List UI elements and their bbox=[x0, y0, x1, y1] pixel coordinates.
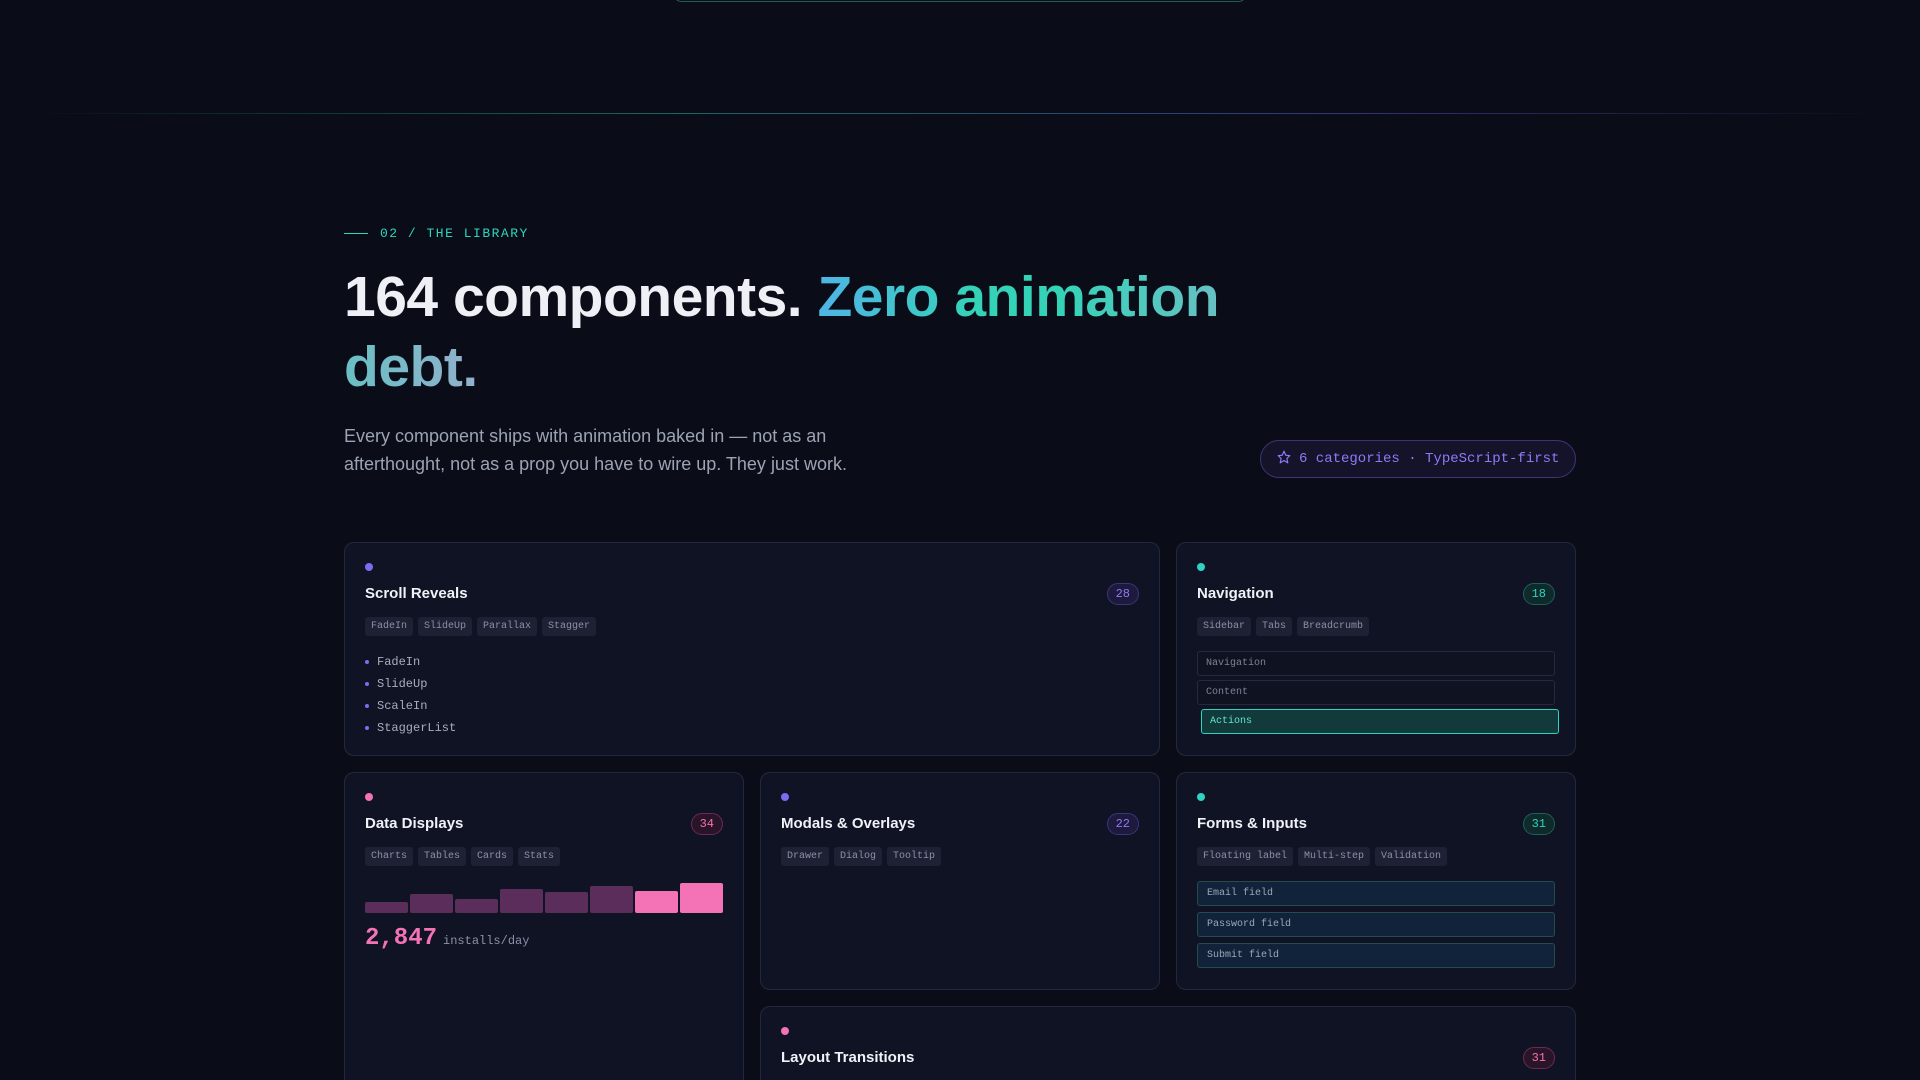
tag: Drawer bbox=[781, 847, 830, 866]
tag: Tables bbox=[418, 847, 467, 866]
mini-bar bbox=[500, 889, 543, 913]
mini-bar bbox=[545, 892, 588, 913]
tag-list: FadeIn SlideUp Parallax Stagger bbox=[365, 617, 597, 636]
tag: Tabs bbox=[1256, 617, 1293, 636]
tag: Breadcrumb bbox=[1297, 617, 1370, 636]
mini-bar bbox=[635, 891, 678, 913]
eyebrow-line bbox=[344, 233, 368, 234]
tag: Cards bbox=[471, 847, 514, 866]
nav-preview-row-active: Actions bbox=[1201, 709, 1559, 734]
card-title: Layout Transitions bbox=[781, 1049, 915, 1066]
categories-badge: 6 categories · TypeScript-first bbox=[1260, 440, 1577, 478]
component-count-badge: 34 bbox=[690, 813, 723, 835]
list-item-label: SlideUp bbox=[377, 677, 428, 691]
tag: Validation bbox=[1375, 847, 1448, 866]
nav-preview-row: Navigation bbox=[1197, 651, 1555, 676]
list-item-label: ScaleIn bbox=[377, 699, 428, 713]
stat: 2,847 installs/day bbox=[365, 925, 529, 952]
tag: Floating label bbox=[1197, 847, 1294, 866]
category-dot bbox=[781, 793, 789, 801]
component-count-badge: 28 bbox=[1106, 583, 1139, 605]
category-dot bbox=[365, 793, 373, 801]
category-dot bbox=[365, 563, 373, 571]
card-navigation[interactable]: Navigation 18 Sidebar Tabs Breadcrumb Na… bbox=[1176, 542, 1576, 756]
list-item: StaggerList bbox=[365, 717, 456, 739]
card-title: Data Displays bbox=[365, 815, 464, 832]
category-dot bbox=[781, 1027, 789, 1035]
component-count-badge: 31 bbox=[1522, 813, 1555, 835]
component-count-badge: 31 bbox=[1522, 1047, 1555, 1069]
bullet bbox=[365, 704, 369, 708]
mini-bar bbox=[410, 894, 453, 913]
list-item-label: StaggerList bbox=[377, 721, 457, 735]
card-data-displays[interactable]: Data Displays 34 Charts Tables Cards Sta… bbox=[344, 772, 744, 1080]
tag: Dialog bbox=[834, 847, 883, 866]
card-title: Modals & Overlays bbox=[781, 815, 916, 832]
tag-list: Sidebar Tabs Breadcrumb bbox=[1197, 617, 1370, 636]
tag: Charts bbox=[365, 847, 414, 866]
list-item-label: FadeIn bbox=[377, 655, 421, 669]
tag: Stagger bbox=[542, 617, 597, 636]
eyebrow-text: 02 / THE LIBRARY bbox=[380, 226, 529, 241]
form-preview: Email field Password field Submit field bbox=[1197, 881, 1555, 974]
card-forms-inputs[interactable]: Forms & Inputs 31 Floating label Multi-s… bbox=[1176, 772, 1576, 990]
stat-unit: installs/day bbox=[443, 934, 530, 948]
card-scroll-reveals[interactable]: Scroll Reveals 28 FadeIn SlideUp Paralla… bbox=[344, 542, 1160, 756]
star-icon bbox=[1277, 450, 1291, 469]
tag-list: Floating label Multi-step Validation bbox=[1197, 847, 1448, 866]
bullet bbox=[365, 682, 369, 686]
mini-bar bbox=[455, 899, 498, 913]
card-title: Navigation bbox=[1197, 585, 1274, 602]
stat-value: 2,847 bbox=[365, 925, 438, 952]
section-eyebrow: 02 / THE LIBRARY bbox=[344, 226, 529, 241]
list-item: FadeIn bbox=[365, 651, 456, 673]
component-count-badge: 22 bbox=[1106, 813, 1139, 835]
list-item: SlideUp bbox=[365, 673, 456, 695]
tag: Multi-step bbox=[1298, 847, 1371, 866]
section-subtitle: Every component ships with animation bak… bbox=[344, 426, 847, 474]
nav-preview: Navigation Content Actions bbox=[1197, 651, 1559, 738]
mini-bar bbox=[680, 883, 723, 913]
section-headline: 164 components. Zero animation debt. bbox=[344, 262, 1264, 402]
tag: Tooltip bbox=[887, 847, 942, 866]
list-item: ScaleIn bbox=[365, 695, 456, 717]
card-modals-overlays[interactable]: Modals & Overlays 22 Drawer Dialog Toolt… bbox=[760, 772, 1160, 990]
email-field-preview: Email field bbox=[1197, 881, 1555, 906]
section-divider bbox=[30, 113, 1890, 114]
categories-badge-label: 6 categories · TypeScript-first bbox=[1299, 451, 1560, 467]
mini-bar bbox=[365, 902, 408, 913]
tag-list: Charts Tables Cards Stats bbox=[365, 847, 561, 866]
tag-list: Drawer Dialog Tooltip bbox=[781, 847, 942, 866]
headline-main: 164 components. bbox=[344, 265, 803, 329]
password-field-preview: Password field bbox=[1197, 912, 1555, 937]
component-count-badge: 18 bbox=[1522, 583, 1555, 605]
category-dot bbox=[1197, 793, 1205, 801]
bullet bbox=[365, 726, 369, 730]
tag: FadeIn bbox=[365, 617, 414, 636]
card-title: Forms & Inputs bbox=[1197, 815, 1308, 832]
tag: Sidebar bbox=[1197, 617, 1252, 636]
card-title: Scroll Reveals bbox=[365, 585, 468, 602]
component-list: FadeIn SlideUp ScaleIn StaggerList bbox=[365, 651, 456, 739]
bullet bbox=[365, 660, 369, 664]
submit-field-preview: Submit field bbox=[1197, 943, 1555, 968]
mini-bar bbox=[590, 886, 633, 913]
tag: Parallax bbox=[477, 617, 538, 636]
tag: Stats bbox=[518, 847, 561, 866]
category-dot bbox=[1197, 563, 1205, 571]
mini-bar-chart bbox=[365, 881, 723, 913]
tag: SlideUp bbox=[418, 617, 473, 636]
top-decoration bbox=[672, 0, 1248, 2]
card-layout-transitions[interactable]: Layout Transitions 31 bbox=[760, 1006, 1576, 1080]
nav-preview-row: Content bbox=[1197, 680, 1555, 705]
